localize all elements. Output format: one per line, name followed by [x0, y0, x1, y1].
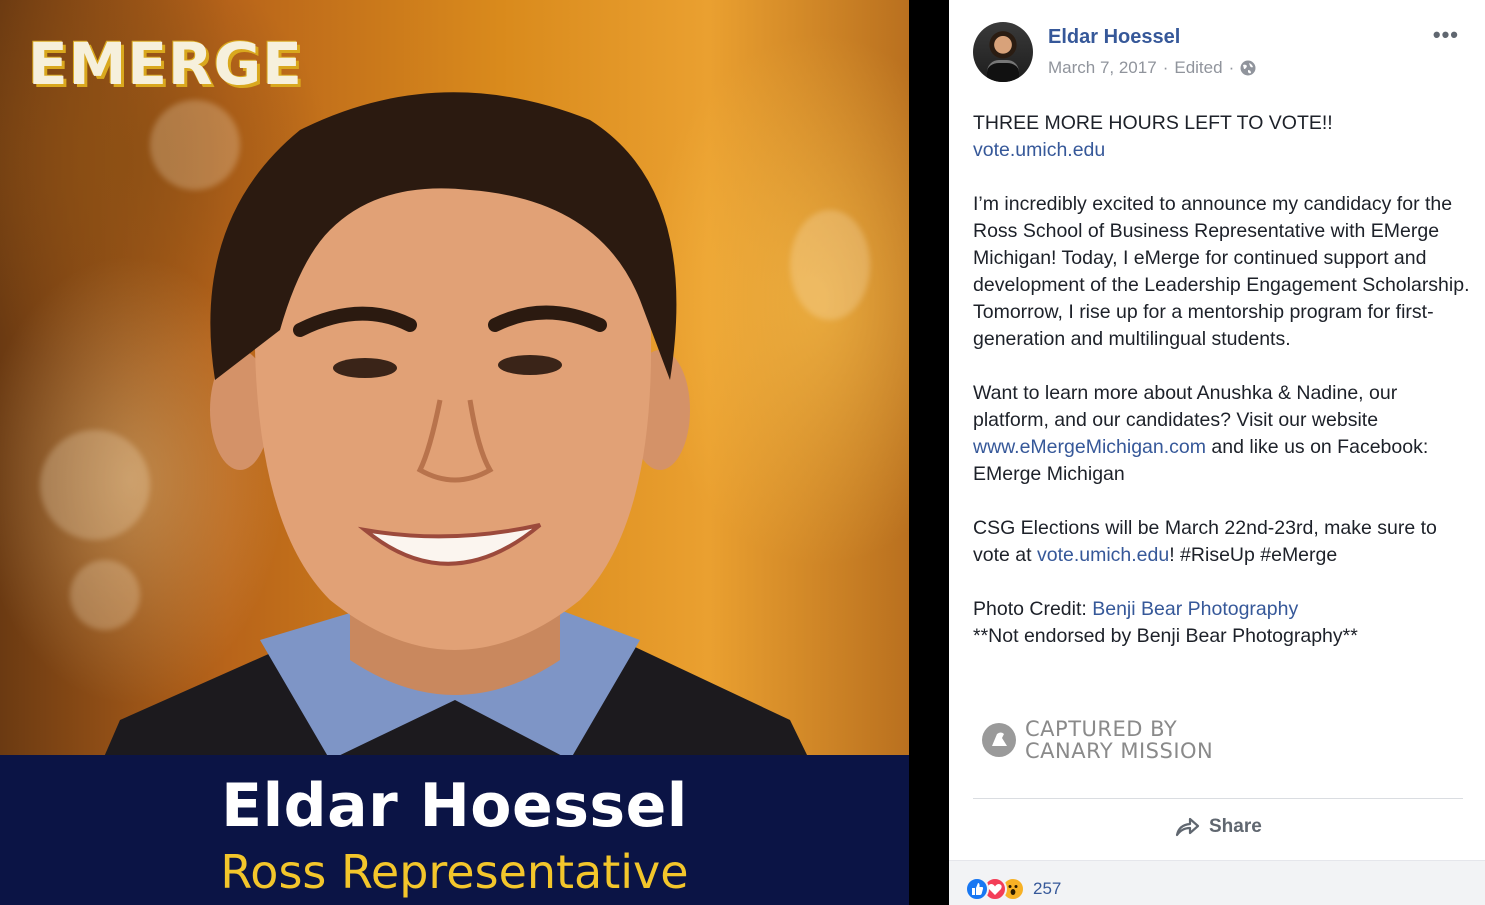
- reaction-count[interactable]: 257: [1033, 879, 1061, 899]
- meta-separator: ·: [1162, 58, 1169, 77]
- paragraph: THREE MORE HOURS LEFT TO VOTE!! vote.umi…: [973, 110, 1473, 164]
- globe-icon[interactable]: [1240, 60, 1256, 76]
- paragraph: CSG Elections will be March 22nd-23rd, m…: [973, 515, 1473, 569]
- share-arrow-icon: [1175, 817, 1200, 837]
- watermark-line: CAPTURED BY: [1025, 717, 1178, 741]
- post-meta: March 7, 2017 · Edited ·: [1048, 58, 1256, 78]
- text: THREE MORE HOURS LEFT TO VOTE!!: [973, 112, 1333, 134]
- edited-label[interactable]: Edited: [1174, 58, 1222, 78]
- candidate-role: Ross Representative: [220, 845, 689, 899]
- text: Want to learn more about Anushka & Nadin…: [973, 382, 1398, 431]
- meta-separator: ·: [1228, 58, 1235, 77]
- watermark-text: CAPTURED BY CANARY MISSION: [1025, 718, 1213, 762]
- paragraph: Want to learn more about Anushka & Nadin…: [973, 380, 1473, 488]
- share-label: Share: [1209, 816, 1262, 837]
- text: **Not endorsed by Benji Bear Photography…: [973, 625, 1358, 647]
- reaction-bar: 257: [949, 860, 1485, 905]
- photographer-link[interactable]: Benji Bear Photography: [1092, 598, 1298, 620]
- emerge-logo: EMERGE: [28, 30, 303, 98]
- divider: [973, 798, 1463, 799]
- separator-gap: [909, 0, 949, 905]
- paragraph: Photo Credit: Benji Bear Photography **N…: [973, 596, 1473, 650]
- website-link[interactable]: www.eMergeMichigan.com: [973, 436, 1206, 458]
- text: ! #RiseUp #eMerge: [1169, 544, 1338, 566]
- vote-link[interactable]: vote.umich.edu: [973, 139, 1105, 161]
- post-panel: Eldar Hoessel March 7, 2017 · Edited · •…: [949, 0, 1485, 905]
- paragraph: I’m incredibly excited to announce my ca…: [973, 193, 1470, 350]
- like-reaction-icon[interactable]: [965, 877, 989, 901]
- post-photo[interactable]: EMERGE Eldar Hoessel Ross Representative: [0, 0, 909, 905]
- share-button[interactable]: Share: [1173, 813, 1262, 841]
- nameplate: Eldar Hoessel Ross Representative: [0, 755, 909, 905]
- watermark-line: CANARY MISSION: [1025, 739, 1214, 763]
- reactions[interactable]: 257: [965, 877, 1061, 901]
- vote-link[interactable]: vote.umich.edu: [1037, 544, 1169, 566]
- more-options-icon[interactable]: •••: [1433, 22, 1459, 48]
- avatar[interactable]: [973, 22, 1033, 82]
- post-body: THREE MORE HOURS LEFT TO VOTE!! vote.umi…: [973, 110, 1473, 677]
- watermark: CAPTURED BY CANARY MISSION: [981, 718, 1213, 762]
- candidate-name: Eldar Hoessel: [221, 771, 688, 841]
- canary-bird-icon: [982, 723, 1016, 757]
- post-date[interactable]: March 7, 2017: [1048, 58, 1157, 78]
- text: Photo Credit:: [973, 598, 1093, 620]
- author-name[interactable]: Eldar Hoessel: [1048, 26, 1180, 49]
